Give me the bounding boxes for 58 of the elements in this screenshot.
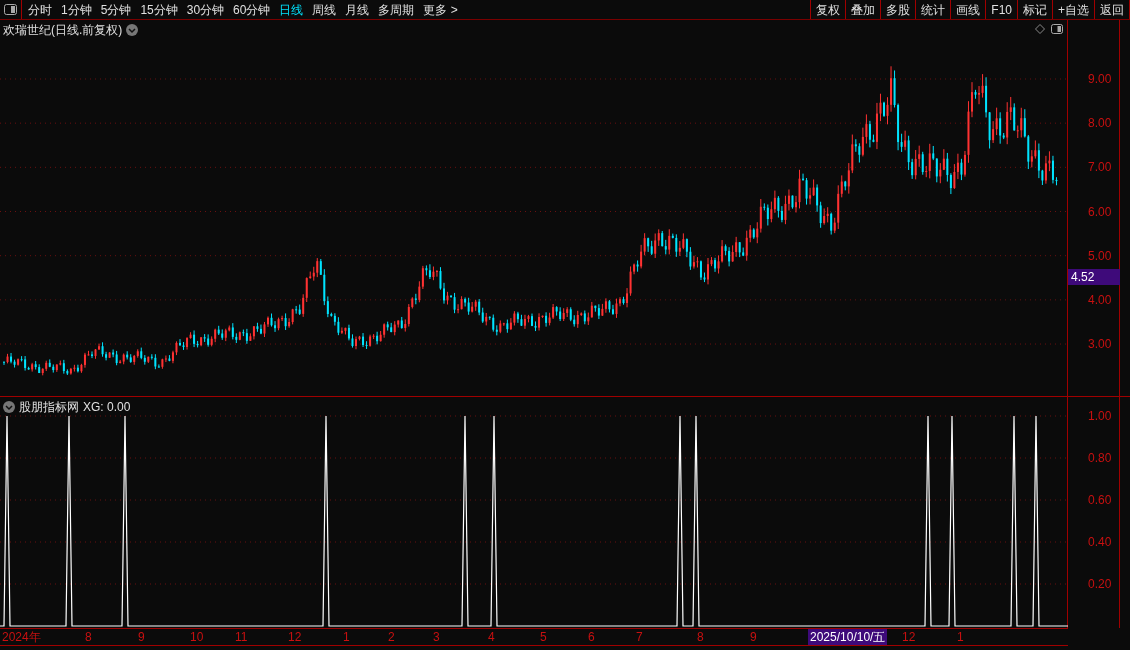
- indicator-title: 股朋指标网: [19, 399, 79, 416]
- date-label: 12: [288, 629, 302, 645]
- price-tick: 7.00: [1088, 160, 1112, 175]
- date-label: 5: [540, 629, 547, 645]
- period-tab[interactable]: 15分钟: [140, 0, 178, 19]
- toolbar-button[interactable]: 多股: [881, 0, 917, 19]
- toolbar-button[interactable]: F10: [986, 0, 1018, 19]
- toolbar-button[interactable]: +自选: [1053, 0, 1095, 19]
- date-label: 9: [750, 629, 757, 645]
- date-label: 8: [85, 629, 92, 645]
- toolbar-button[interactable]: 返回: [1095, 0, 1130, 19]
- period-tab[interactable]: 60分钟: [233, 0, 271, 19]
- date-label: 1: [343, 629, 350, 645]
- date-label: 1: [957, 629, 964, 645]
- indicator-reading: XG: 0.00: [83, 399, 131, 416]
- date-label: 4: [488, 629, 495, 645]
- period-tab[interactable]: 周线: [312, 0, 337, 19]
- price-tick: 9.00: [1088, 72, 1112, 86]
- date-label: 9: [138, 629, 145, 645]
- period-tab[interactable]: 1分钟: [61, 0, 92, 19]
- date-label: 10: [190, 629, 204, 645]
- date-label: 6: [588, 629, 595, 645]
- indicator-tick: 1.00: [1088, 409, 1112, 423]
- date-label: 3: [433, 629, 440, 645]
- toolbar-button[interactable]: 画线: [951, 0, 987, 19]
- date-label: 7: [636, 629, 643, 645]
- period-tab[interactable]: 分时: [28, 0, 52, 19]
- indicator-tick: 0.40: [1088, 535, 1112, 549]
- date-label: 8: [697, 629, 704, 645]
- dropdown-icon[interactable]: [3, 401, 15, 413]
- toolbar-button[interactable]: 复权: [811, 0, 847, 19]
- date-label: 11: [235, 629, 248, 645]
- period-tab[interactable]: 月线: [345, 0, 370, 19]
- price-tick: 4.00: [1088, 292, 1112, 307]
- price-tick: 8.00: [1088, 116, 1112, 131]
- date-label: 2025/10/10/五: [808, 629, 888, 645]
- panel-icon[interactable]: [1051, 24, 1063, 34]
- toolbar-button[interactable]: 叠加: [846, 0, 882, 19]
- price-tick: 3.00: [1088, 337, 1112, 351]
- toolbar-button[interactable]: 统计: [916, 0, 952, 19]
- period-tab[interactable]: 多周期: [378, 0, 415, 19]
- period-tab[interactable]: 30分钟: [186, 0, 225, 19]
- indicator-tick: 0.80: [1088, 451, 1112, 465]
- chart-title: 欢瑞世纪(日线.前复权): [3, 22, 123, 39]
- more-button[interactable]: 更多 >: [423, 0, 458, 19]
- date-label: 12: [902, 629, 916, 645]
- price-tick: 5.00: [1088, 248, 1112, 263]
- indicator-tick: 0.60: [1088, 493, 1112, 507]
- current-price-tag: 4.52: [1068, 268, 1120, 285]
- indicator-tick: 0.20: [1088, 577, 1112, 591]
- panel-icon: [4, 4, 17, 15]
- date-label: 2024年: [2, 629, 41, 645]
- period-tab[interactable]: 日线: [279, 0, 304, 19]
- period-tab[interactable]: 5分钟: [100, 0, 132, 19]
- toolbar-button[interactable]: 标记: [1018, 0, 1053, 19]
- price-tick: 6.00: [1088, 204, 1112, 219]
- dropdown-icon[interactable]: [126, 24, 139, 36]
- date-label: 2: [388, 629, 395, 645]
